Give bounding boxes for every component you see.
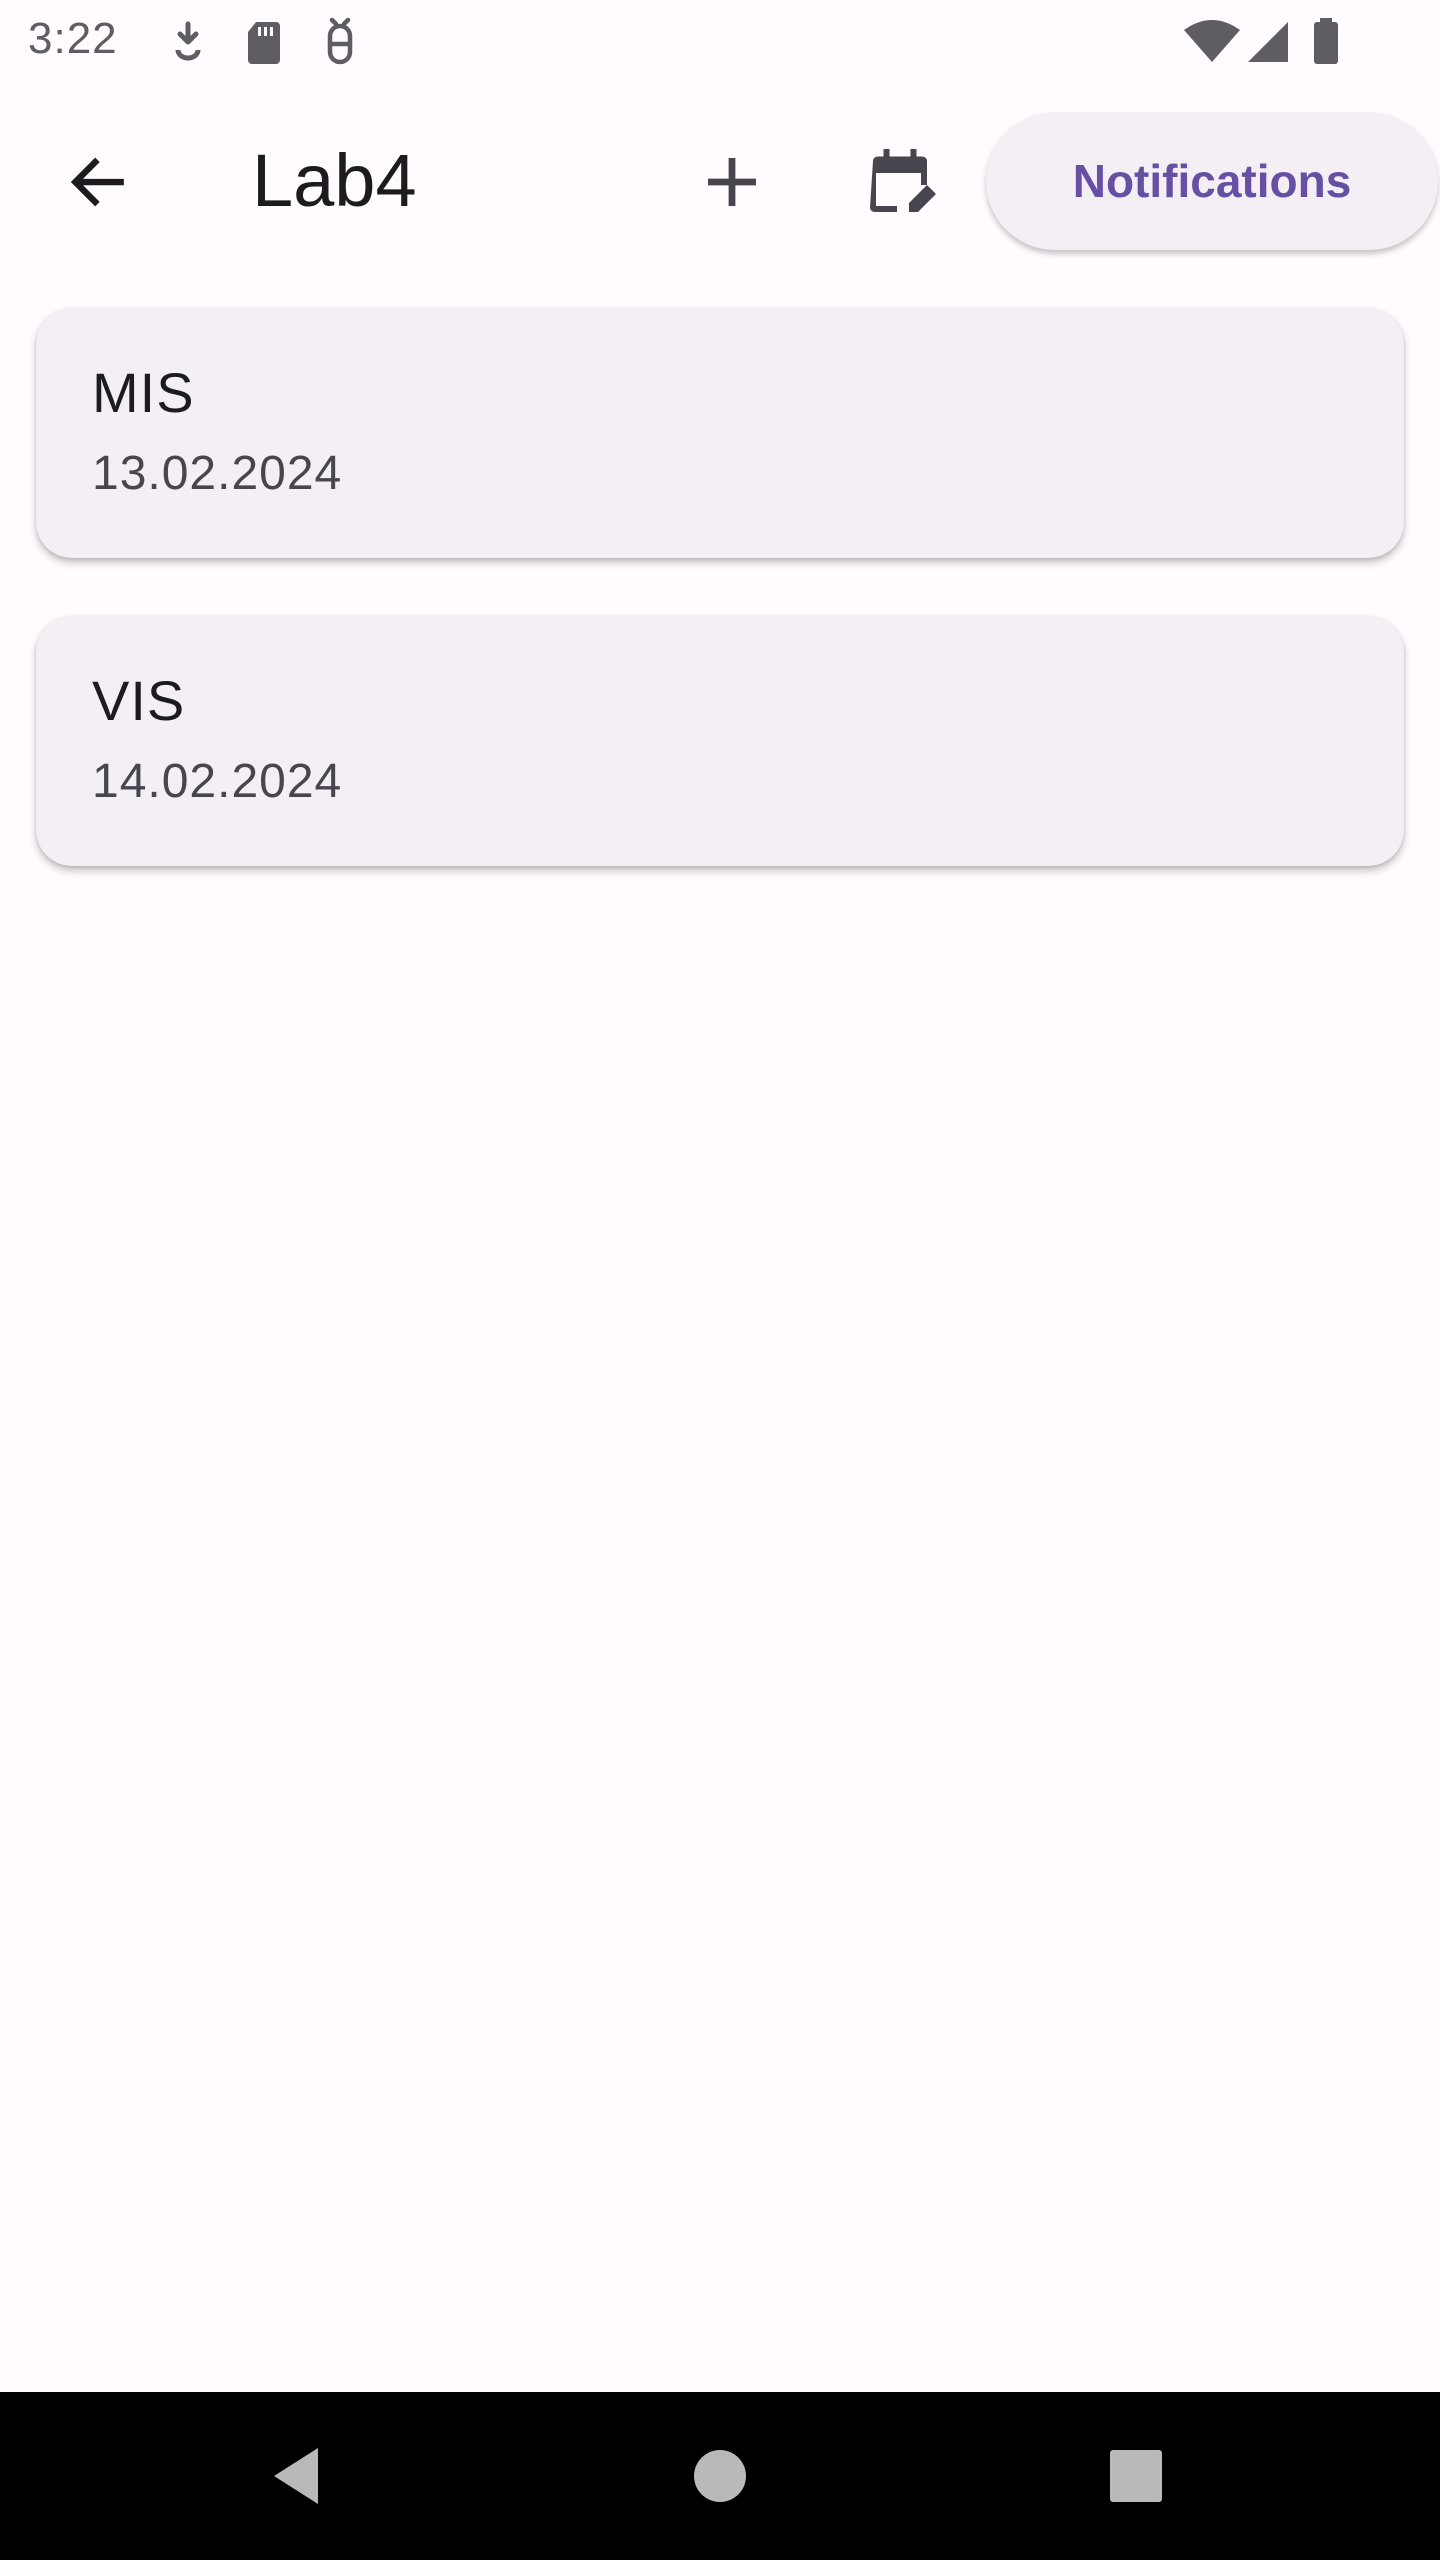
nav-recents-icon bbox=[1110, 2450, 1162, 2502]
screen: 3:22 Lab4 Notifications MIS 13.02.2024 V… bbox=[0, 0, 1440, 2560]
item-title: MIS bbox=[92, 361, 195, 424]
battery-icon bbox=[1306, 16, 1346, 68]
notifications-button[interactable]: Notifications bbox=[986, 112, 1438, 250]
wifi-icon bbox=[1182, 16, 1242, 68]
app-bar: Lab4 Notifications bbox=[0, 100, 1440, 264]
status-bar: 3:22 bbox=[0, 0, 1440, 84]
nav-back-button[interactable] bbox=[248, 2424, 352, 2528]
download-icon bbox=[164, 16, 212, 68]
debug-icon bbox=[316, 16, 364, 68]
item-date: 14.02.2024 bbox=[92, 755, 343, 808]
item-list: MIS 13.02.2024 VIS 14.02.2024 bbox=[36, 308, 1404, 924]
cellular-signal-icon bbox=[1244, 16, 1292, 68]
item-date: 13.02.2024 bbox=[92, 447, 343, 500]
nav-home-icon bbox=[694, 2450, 746, 2502]
arrow-back-icon bbox=[70, 157, 124, 207]
list-item[interactable]: MIS 13.02.2024 bbox=[36, 308, 1404, 558]
nav-recents-button[interactable] bbox=[1084, 2424, 1188, 2528]
system-nav-bar bbox=[0, 2392, 1440, 2560]
item-title: VIS bbox=[92, 669, 186, 732]
page-title: Lab4 bbox=[252, 139, 417, 222]
sd-card-icon bbox=[240, 16, 288, 68]
back-button[interactable] bbox=[48, 132, 148, 232]
nav-back-icon bbox=[274, 2448, 318, 2504]
status-time: 3:22 bbox=[28, 14, 118, 63]
add-icon bbox=[708, 158, 756, 206]
edit-calendar-button[interactable] bbox=[850, 132, 950, 232]
edit-calendar-icon bbox=[870, 149, 936, 212]
list-item[interactable]: VIS 14.02.2024 bbox=[36, 616, 1404, 866]
nav-home-button[interactable] bbox=[668, 2424, 772, 2528]
add-button[interactable] bbox=[682, 132, 782, 232]
